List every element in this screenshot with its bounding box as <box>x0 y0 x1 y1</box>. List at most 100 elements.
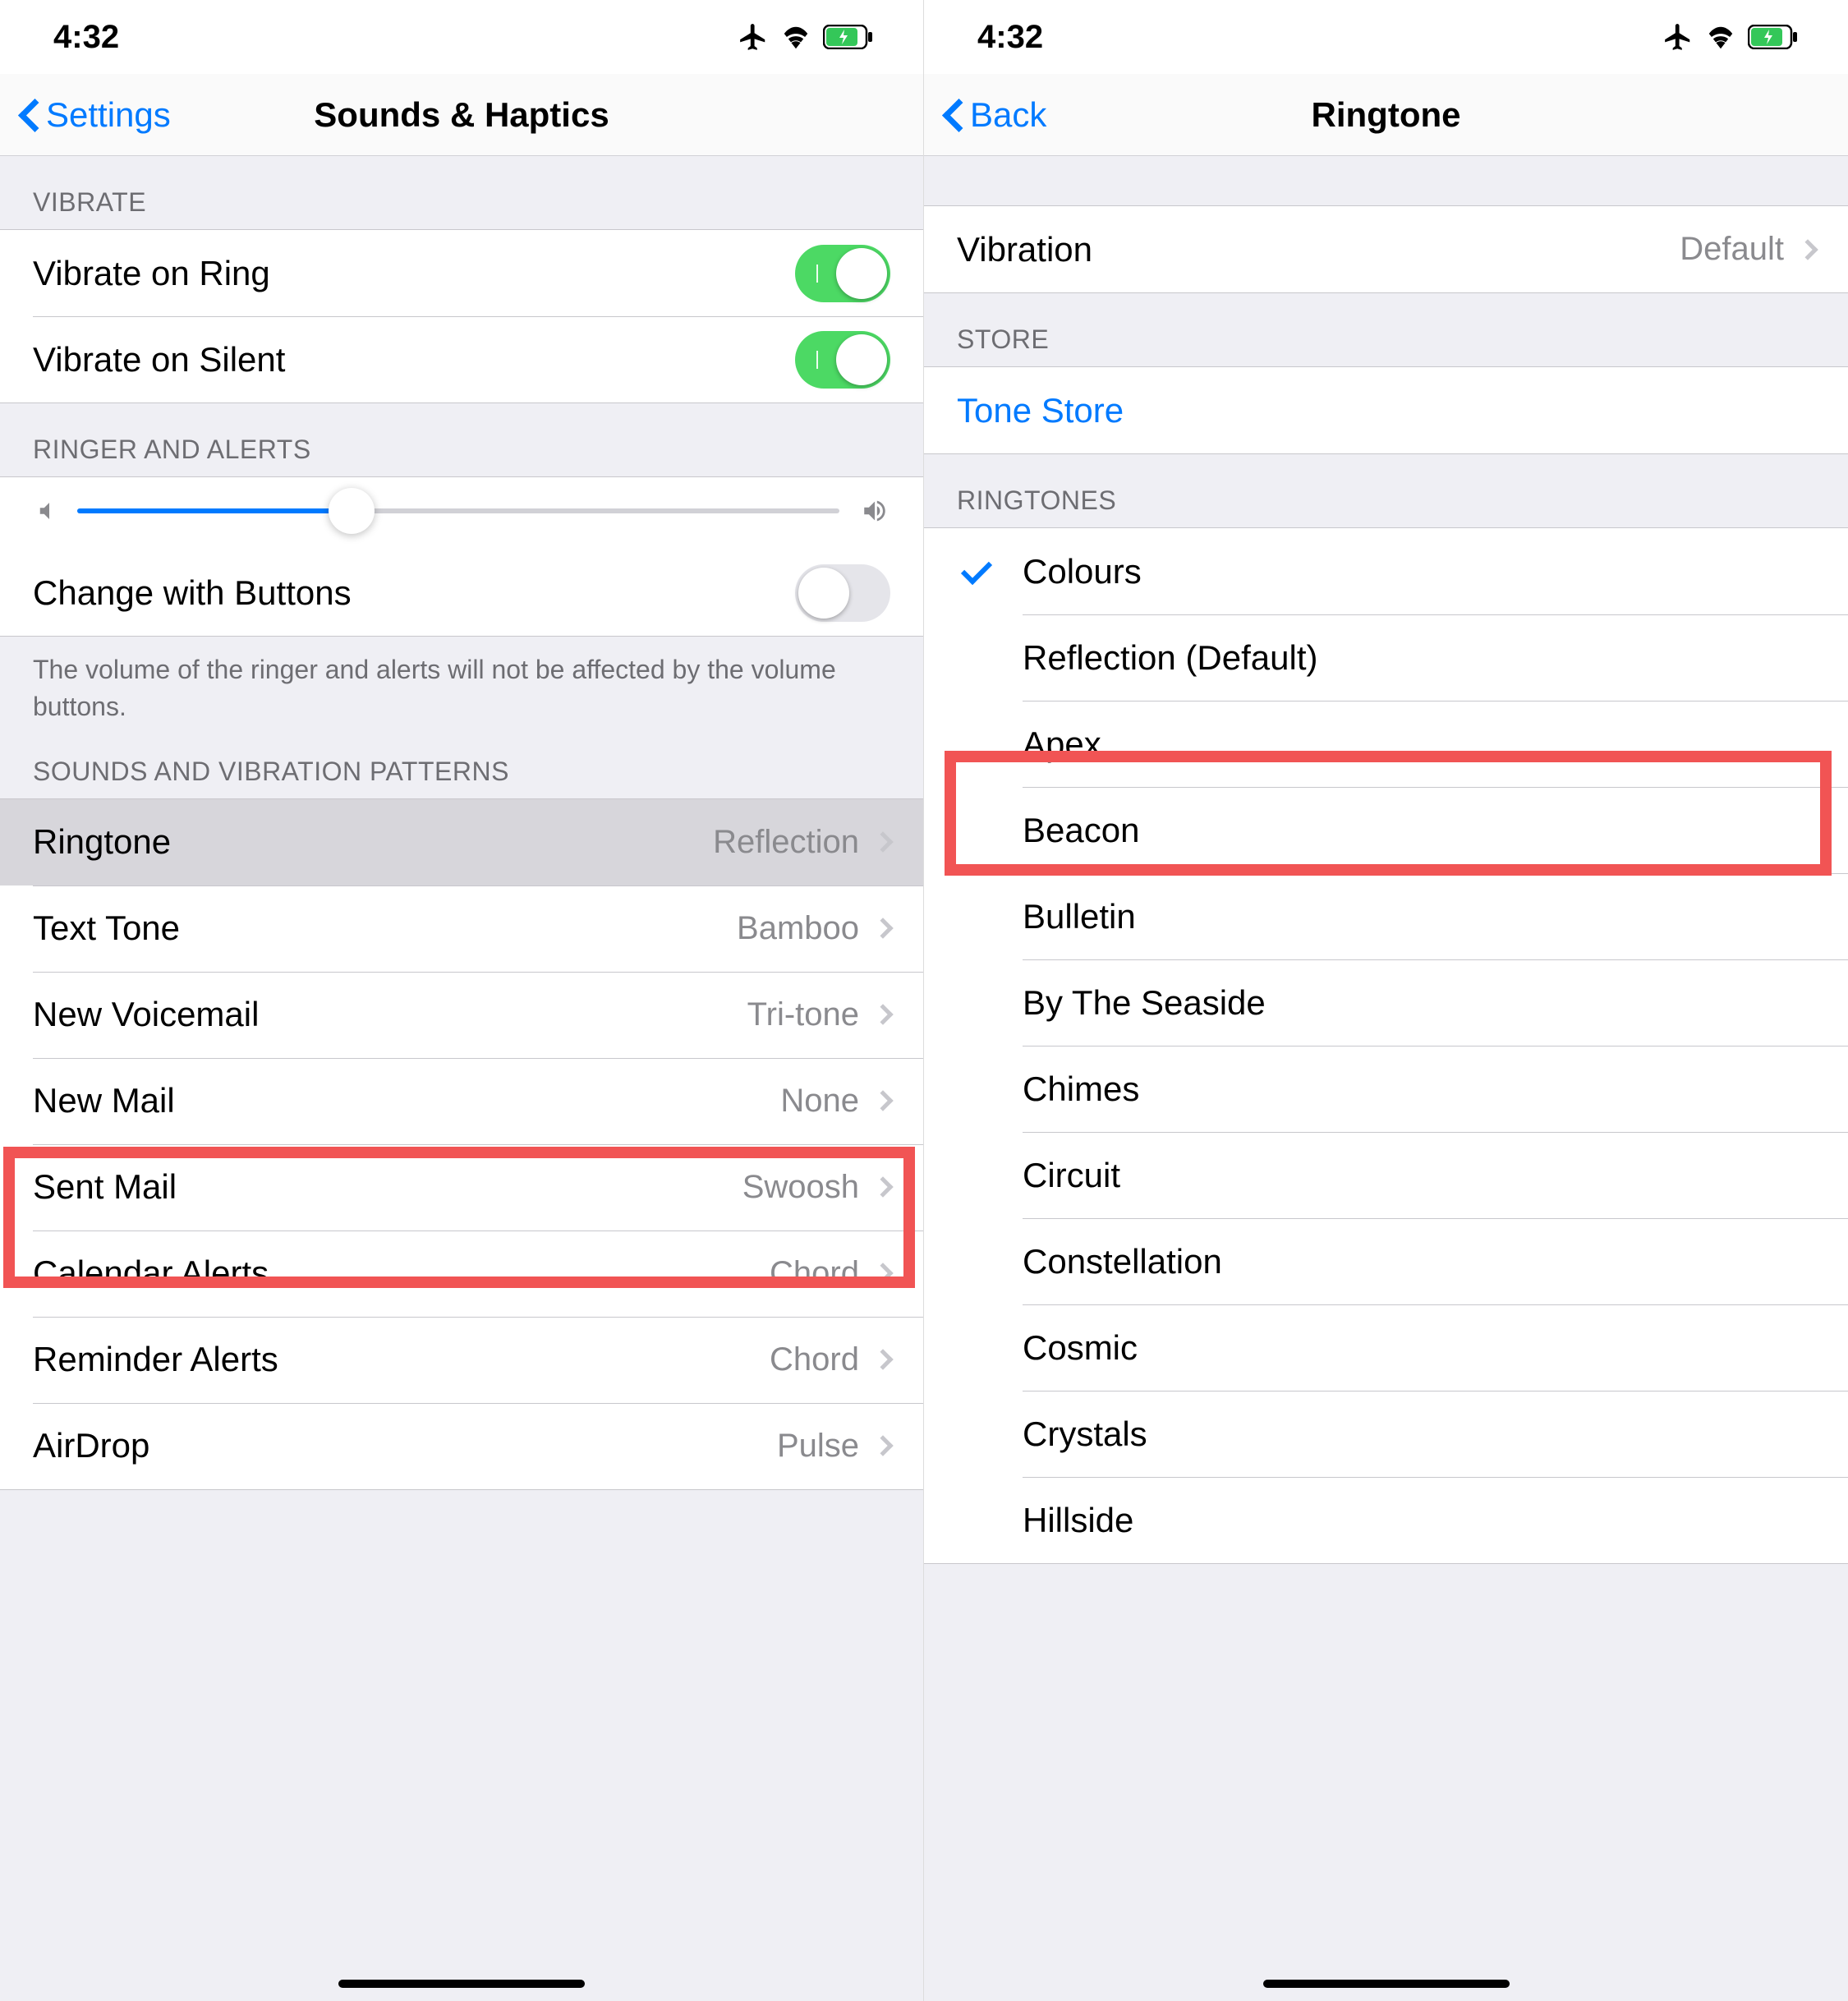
battery-charging-icon <box>823 25 874 49</box>
footer-change-buttons: The volume of the ringer and alerts will… <box>0 637 923 725</box>
status-bar: 4:32 <box>0 0 923 74</box>
row-label: New Voicemail <box>33 995 747 1034</box>
section-header-patterns: SOUNDS AND VIBRATION PATTERNS <box>0 725 923 798</box>
ringtone-item-constellation[interactable]: Constellation <box>924 1218 1848 1304</box>
wifi-icon <box>780 25 811 49</box>
chevron-right-icon <box>872 1263 893 1283</box>
back-button[interactable]: Settings <box>23 95 171 135</box>
chevron-right-icon <box>872 1176 893 1197</box>
navbar-left: Settings Sounds & Haptics <box>0 74 923 156</box>
row-value: Swoosh <box>742 1169 859 1206</box>
airplane-mode-icon <box>738 21 769 53</box>
ringtone-item-apex[interactable]: Apex <box>924 701 1848 787</box>
row-label: Chimes <box>1023 1070 1815 1109</box>
row-label: Vibrate on Silent <box>33 340 795 380</box>
ringer-list: Change with Buttons <box>0 476 923 637</box>
row-label: New Mail <box>33 1081 780 1120</box>
row-label: Vibration <box>957 230 1680 269</box>
wifi-icon <box>1705 25 1736 49</box>
row-label: Cosmic <box>1023 1328 1815 1368</box>
toggle-vibrate-ring[interactable] <box>795 245 890 302</box>
row-label: Crystals <box>1023 1414 1815 1454</box>
row-label: Change with Buttons <box>33 573 795 613</box>
ringtone-item-cosmic[interactable]: Cosmic <box>924 1304 1848 1391</box>
volume-high-icon <box>859 497 890 525</box>
row-label: Tone Store <box>957 391 1815 430</box>
row-value: None <box>780 1083 859 1120</box>
status-time: 4:32 <box>53 19 119 56</box>
ringtone-item-colours[interactable]: Colours <box>924 528 1848 614</box>
row-ringtone[interactable]: Ringtone Reflection <box>0 799 923 886</box>
row-label: Apex <box>1023 724 1815 764</box>
row-value: Tri-tone <box>747 996 859 1033</box>
ringtone-item-hillside[interactable]: Hillside <box>924 1477 1848 1563</box>
row-label: Circuit <box>1023 1156 1815 1195</box>
row-airdrop[interactable]: AirDrop Pulse <box>0 1403 923 1489</box>
row-text-tone[interactable]: Text Tone Bamboo <box>0 886 923 972</box>
row-label: Bulletin <box>1023 897 1815 936</box>
section-header-vibrate: VIBRATE <box>0 156 923 229</box>
row-calendar-alerts[interactable]: Calendar Alerts Chord <box>0 1230 923 1317</box>
row-volume-slider[interactable] <box>0 477 923 550</box>
row-label: Colours <box>1023 552 1815 591</box>
row-reminder-alerts[interactable]: Reminder Alerts Chord <box>0 1317 923 1403</box>
status-time: 4:32 <box>977 19 1043 56</box>
row-label: Reminder Alerts <box>33 1340 770 1379</box>
row-new-mail[interactable]: New Mail None <box>0 1058 923 1144</box>
chevron-left-icon <box>23 99 43 131</box>
volume-low-icon <box>33 499 57 523</box>
slider-fill <box>77 508 352 513</box>
row-label: Ringtone <box>33 822 713 862</box>
row-label: Sent Mail <box>33 1167 742 1207</box>
navbar-right: Back Ringtone <box>924 74 1848 156</box>
volume-slider[interactable] <box>77 508 839 513</box>
row-label: By The Seaside <box>1023 983 1815 1023</box>
back-button[interactable]: Back <box>947 95 1046 135</box>
status-icons <box>738 21 874 53</box>
row-vibrate-on-ring[interactable]: Vibrate on Ring <box>0 230 923 316</box>
chevron-right-icon <box>872 1004 893 1024</box>
toggle-change-buttons[interactable] <box>795 564 890 622</box>
row-value: Bamboo <box>737 910 859 947</box>
ringtone-item-reflection[interactable]: Reflection (Default) <box>924 614 1848 701</box>
row-value: Default <box>1680 231 1784 268</box>
store-list: Tone Store <box>924 366 1848 454</box>
ringtone-item-crystals[interactable]: Crystals <box>924 1391 1848 1477</box>
vibrate-list: Vibrate on Ring Vibrate on Silent <box>0 229 923 403</box>
row-sent-mail[interactable]: Sent Mail Swoosh <box>0 1144 923 1230</box>
ringtone-item-bulletin[interactable]: Bulletin <box>924 873 1848 959</box>
ringtone-item-chimes[interactable]: Chimes <box>924 1046 1848 1132</box>
section-header-store: STORE <box>924 293 1848 366</box>
row-vibrate-on-silent[interactable]: Vibrate on Silent <box>0 316 923 402</box>
page-title: Ringtone <box>924 95 1848 135</box>
screen-sounds-haptics: 4:32 Settings Sounds & Haptics VIBRATE V… <box>0 0 924 2001</box>
row-tone-store[interactable]: Tone Store <box>924 367 1848 453</box>
battery-charging-icon <box>1748 25 1799 49</box>
slider-thumb[interactable] <box>329 488 375 534</box>
row-change-with-buttons[interactable]: Change with Buttons <box>0 550 923 636</box>
chevron-right-icon <box>872 918 893 938</box>
section-header-ringer: RINGER AND ALERTS <box>0 403 923 476</box>
row-label: Reflection (Default) <box>1023 638 1815 678</box>
home-indicator[interactable] <box>1263 1980 1510 1988</box>
row-new-voicemail[interactable]: New Voicemail Tri-tone <box>0 972 923 1058</box>
patterns-list: Ringtone Reflection Text Tone Bamboo New… <box>0 798 923 1490</box>
row-label: Constellation <box>1023 1242 1815 1281</box>
back-label: Settings <box>46 95 171 135</box>
row-vibration[interactable]: Vibration Default <box>924 206 1848 292</box>
toggle-vibrate-silent[interactable] <box>795 331 890 389</box>
checkmark-icon <box>960 554 996 590</box>
ringtone-item-circuit[interactable]: Circuit <box>924 1132 1848 1218</box>
ringtone-item-beacon[interactable]: Beacon <box>924 787 1848 873</box>
home-indicator[interactable] <box>338 1980 585 1988</box>
airplane-mode-icon <box>1662 21 1694 53</box>
chevron-right-icon <box>872 1090 893 1111</box>
row-value: Pulse <box>777 1428 859 1465</box>
status-bar: 4:32 <box>924 0 1848 74</box>
back-label: Back <box>970 95 1046 135</box>
ringtone-item-seaside[interactable]: By The Seaside <box>924 959 1848 1046</box>
vibration-list: Vibration Default <box>924 205 1848 293</box>
row-label: Beacon <box>1023 811 1815 850</box>
ringtones-list: Colours Reflection (Default) Apex Beacon… <box>924 527 1848 1564</box>
row-value: Chord <box>770 1255 859 1292</box>
